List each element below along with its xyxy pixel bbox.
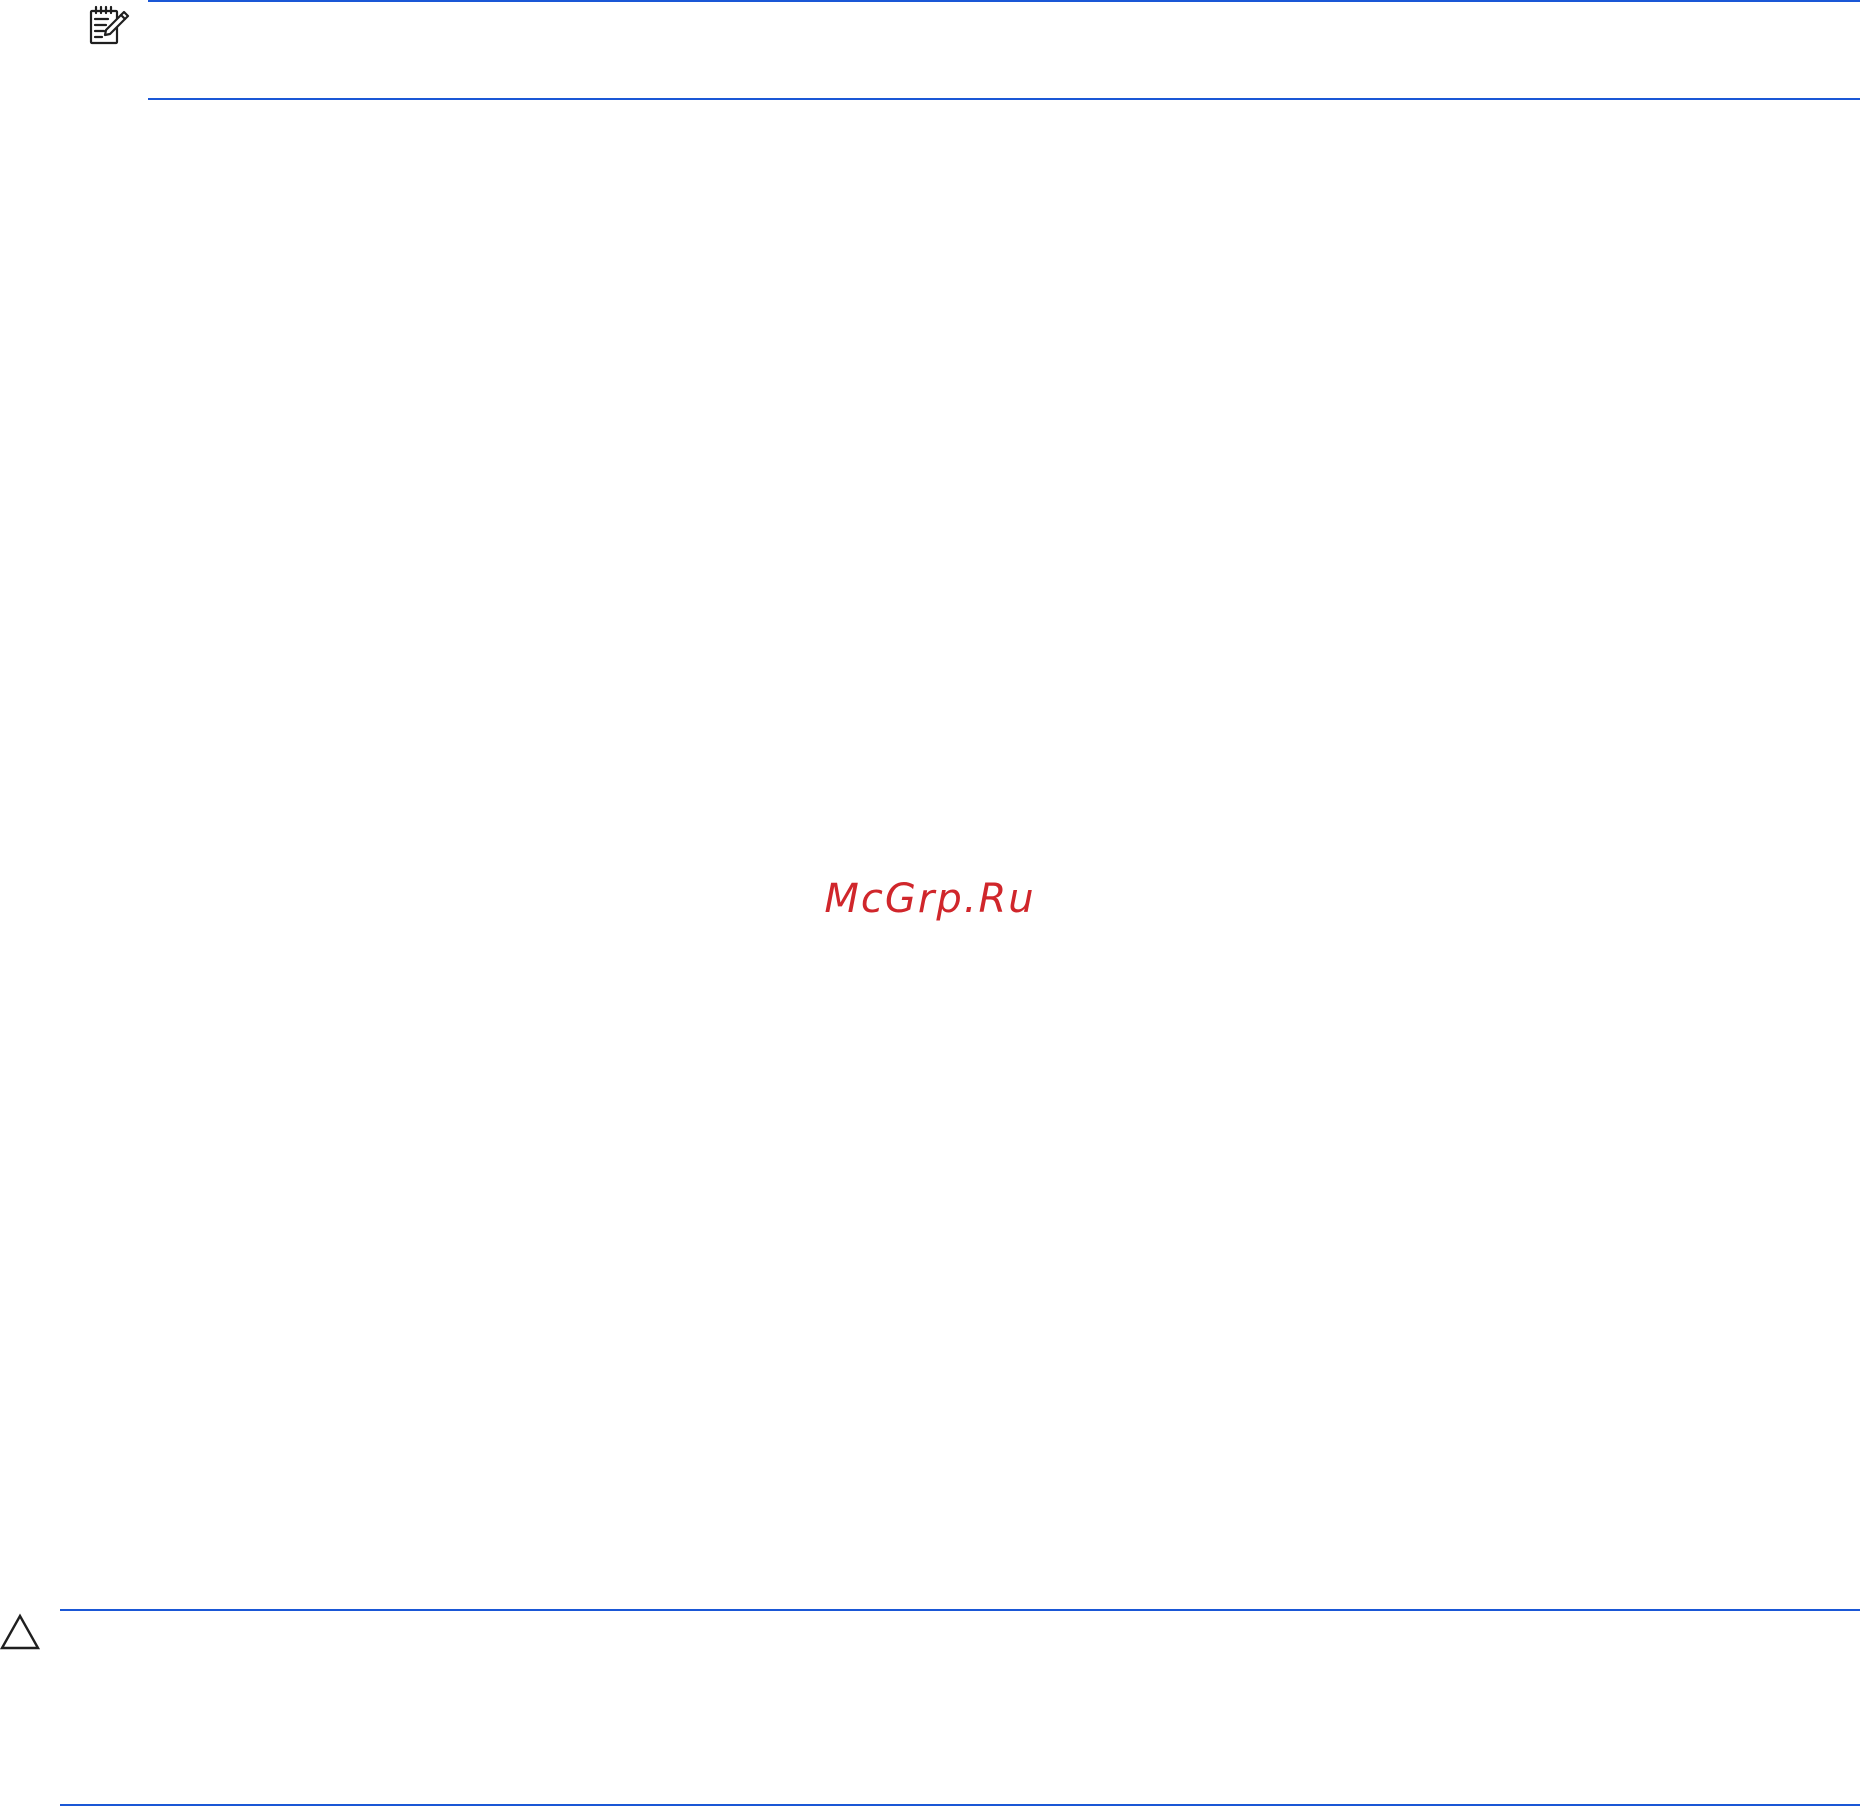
note-bottom-rule bbox=[148, 98, 1860, 100]
caution-icon bbox=[0, 1613, 40, 1650]
caution-top-rule bbox=[60, 1609, 1860, 1611]
note-icon bbox=[89, 5, 130, 45]
note-top-rule bbox=[148, 0, 1860, 2]
watermark-text: McGrp.Ru bbox=[824, 876, 1036, 922]
